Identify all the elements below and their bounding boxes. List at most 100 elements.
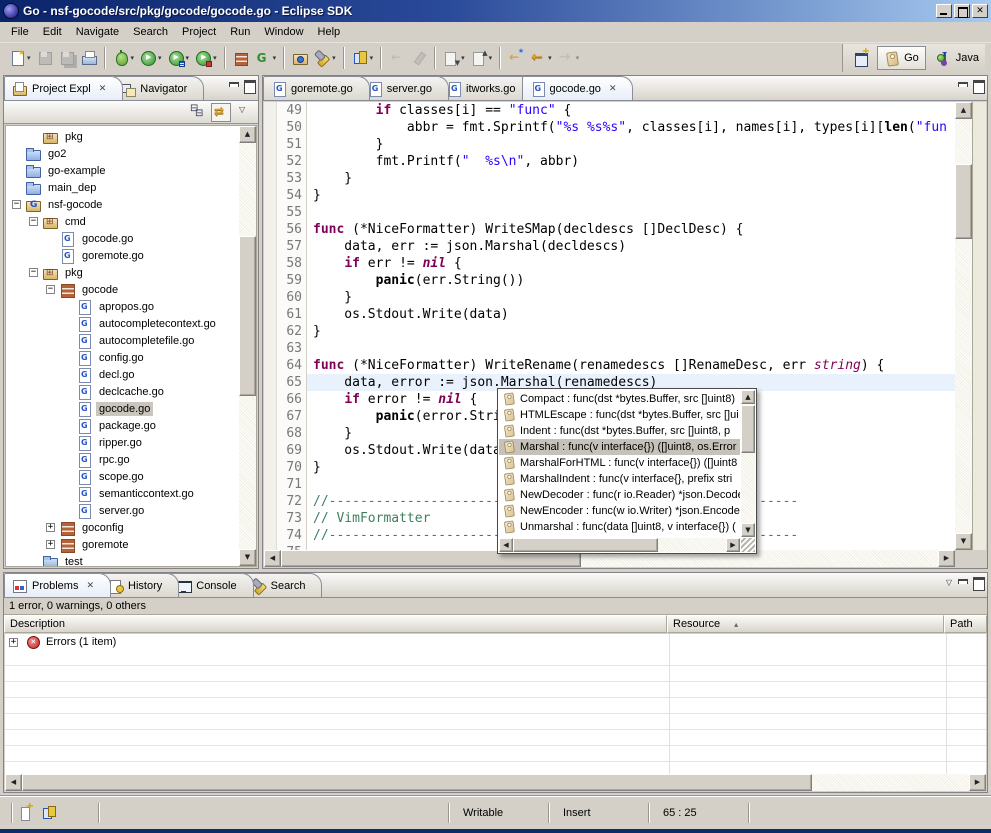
popup-item[interactable]: Marshal : func(v interface{}) ([]uint8, … (499, 439, 740, 455)
scroll-up-icon[interactable]: ▲ (741, 390, 755, 404)
tree-item[interactable]: scope.go (6, 468, 239, 485)
editor-vertical-scrollbar[interactable]: ▲ ▼ (955, 102, 972, 550)
explorer-tab-navigator[interactable]: Navigator (112, 76, 204, 100)
menu-search[interactable]: Search (126, 23, 175, 41)
debug-button[interactable]: ▾ (111, 46, 137, 70)
back-button[interactable]: ▾ (528, 46, 554, 70)
tree-item[interactable]: declcache.go (6, 383, 239, 400)
tree-item[interactable]: server.go (6, 502, 239, 519)
menu-navigate[interactable]: Navigate (69, 23, 126, 41)
maximize-view-icon[interactable] (973, 80, 984, 91)
fast-view-icon[interactable] (18, 805, 34, 821)
tree-item[interactable]: main_dep (6, 179, 239, 196)
scrollbar-thumb[interactable] (741, 405, 755, 453)
column-header-path[interactable]: Path (944, 615, 987, 633)
dropdown-arrow-icon[interactable]: ▾ (131, 54, 135, 62)
maximize-view-icon[interactable] (244, 80, 255, 91)
new-wizard-button[interactable]: ▾ (7, 46, 33, 70)
tree-item[interactable]: autocompletefile.go (6, 332, 239, 349)
tree-item[interactable]: go2 (6, 145, 239, 162)
scroll-right-icon[interactable]: ▶ (726, 538, 740, 552)
new-go-element-button[interactable]: ▾ (253, 46, 279, 70)
popup-item[interactable]: Compact : func(dst *bytes.Buffer, src []… (499, 391, 740, 407)
scroll-up-icon[interactable]: ▲ (239, 126, 256, 143)
close-button[interactable]: ✕ (972, 4, 988, 18)
collapse-icon[interactable]: − (46, 285, 55, 294)
menu-edit[interactable]: Edit (36, 23, 69, 41)
prev-annotation-button[interactable]: ▾ (469, 46, 495, 70)
minimize-button[interactable] (936, 4, 952, 18)
tree-item[interactable]: package.go (6, 417, 239, 434)
editor-tab-server-go[interactable]: server.go (359, 76, 449, 100)
run-button[interactable]: ▾ (138, 46, 164, 70)
external-tools-button[interactable]: ▾ (193, 46, 219, 70)
collapse-icon[interactable]: − (29, 268, 38, 277)
tree-item[interactable]: gocode.go (6, 400, 239, 417)
scroll-up-icon[interactable]: ▲ (955, 102, 972, 119)
minimize-view-icon[interactable] (957, 577, 968, 588)
dropdown-arrow-icon[interactable]: ▾ (548, 54, 552, 62)
tree-item[interactable]: −cmd (6, 213, 239, 230)
close-icon[interactable]: ✕ (99, 84, 107, 94)
popup-item[interactable]: NewEncoder : func(w io.Writer) *json.Enc… (499, 503, 740, 519)
last-edit-button[interactable] (506, 46, 526, 70)
problems-tab-search[interactable]: Search (243, 573, 323, 597)
dropdown-arrow-icon[interactable]: ▾ (332, 54, 336, 62)
search-button[interactable]: ▾ (312, 46, 338, 70)
scroll-down-icon[interactable]: ▼ (239, 549, 256, 566)
scroll-down-icon[interactable]: ▼ (741, 523, 755, 537)
menu-help[interactable]: Help (311, 23, 348, 41)
dropdown-arrow-icon[interactable]: ▾ (489, 54, 493, 62)
tree-item[interactable]: semanticcontext.go (6, 485, 239, 502)
new-go-package-button[interactable] (231, 46, 251, 70)
tree-item[interactable]: test (6, 553, 239, 566)
collapse-icon[interactable]: − (12, 200, 21, 209)
editor-tab-itworks-go[interactable]: itworks.go (438, 76, 533, 100)
dropdown-arrow-icon[interactable]: ▾ (213, 54, 217, 62)
scroll-left-icon[interactable]: ◀ (5, 774, 22, 791)
collapse-icon[interactable]: − (29, 217, 38, 226)
scrollbar-thumb[interactable] (239, 236, 256, 396)
perspective-go[interactable]: Go (877, 46, 926, 70)
next-annotation-button[interactable]: ▾ (441, 46, 467, 70)
maximize-button[interactable] (954, 4, 970, 18)
close-icon[interactable]: ✕ (86, 581, 94, 591)
scroll-left-icon[interactable]: ◀ (264, 550, 281, 567)
menu-window[interactable]: Window (257, 23, 310, 41)
popup-item[interactable]: Indent : func(dst *bytes.Buffer, src []u… (499, 423, 740, 439)
run-history-button[interactable]: ▾ (166, 46, 192, 70)
dropdown-arrow-icon[interactable]: ▾ (273, 54, 277, 62)
close-icon[interactable]: ✕ (609, 84, 617, 94)
open-artifact-button[interactable] (290, 46, 310, 70)
tree-item[interactable]: autocompletecontext.go (6, 315, 239, 332)
dropdown-arrow-icon[interactable]: ▾ (158, 54, 162, 62)
popup-item[interactable]: NewDecoder : func(r io.Reader) *json.Dec… (499, 487, 740, 503)
tree-item[interactable]: go-example (6, 162, 239, 179)
tree-item[interactable]: goremote.go (6, 247, 239, 264)
open-perspective-button[interactable] (852, 46, 872, 70)
tree-item[interactable]: apropos.go (6, 298, 239, 315)
editor-tab-gocode-go[interactable]: gocode.go✕ (522, 76, 634, 100)
view-menu-button[interactable] (234, 103, 254, 122)
problems-tab-console[interactable]: Console (168, 573, 253, 597)
problems-row[interactable]: +Errors (1 item) (5, 634, 986, 650)
dropdown-arrow-icon[interactable]: ▾ (461, 54, 465, 62)
dropdown-arrow-icon[interactable]: ▾ (370, 54, 374, 62)
perspective-java[interactable]: Java (930, 47, 985, 69)
tree-item[interactable]: −gocode (6, 281, 239, 298)
menu-file[interactable]: File (4, 23, 36, 41)
popup-horizontal-scrollbar[interactable]: ◀ ▶ (499, 538, 740, 552)
scroll-down-icon[interactable]: ▼ (955, 533, 972, 550)
scrollbar-thumb[interactable] (955, 164, 972, 239)
scrollbar-thumb[interactable] (513, 538, 658, 552)
problems-horizontal-scrollbar[interactable]: ◀ ▶ (5, 774, 986, 791)
scrollbar-thumb[interactable] (22, 774, 812, 791)
popup-item[interactable]: MarshalIndent : func(v interface{}, pref… (499, 471, 740, 487)
menu-project[interactable]: Project (175, 23, 223, 41)
popup-item[interactable]: Unmarshal : func(data []uint8, v interfa… (499, 519, 740, 535)
tree-item[interactable]: decl.go (6, 366, 239, 383)
editor-tab-goremote-go[interactable]: goremote.go (263, 76, 370, 100)
menu-run[interactable]: Run (223, 23, 257, 41)
tree-item[interactable]: −pkg (6, 264, 239, 281)
print-button[interactable] (79, 46, 99, 70)
